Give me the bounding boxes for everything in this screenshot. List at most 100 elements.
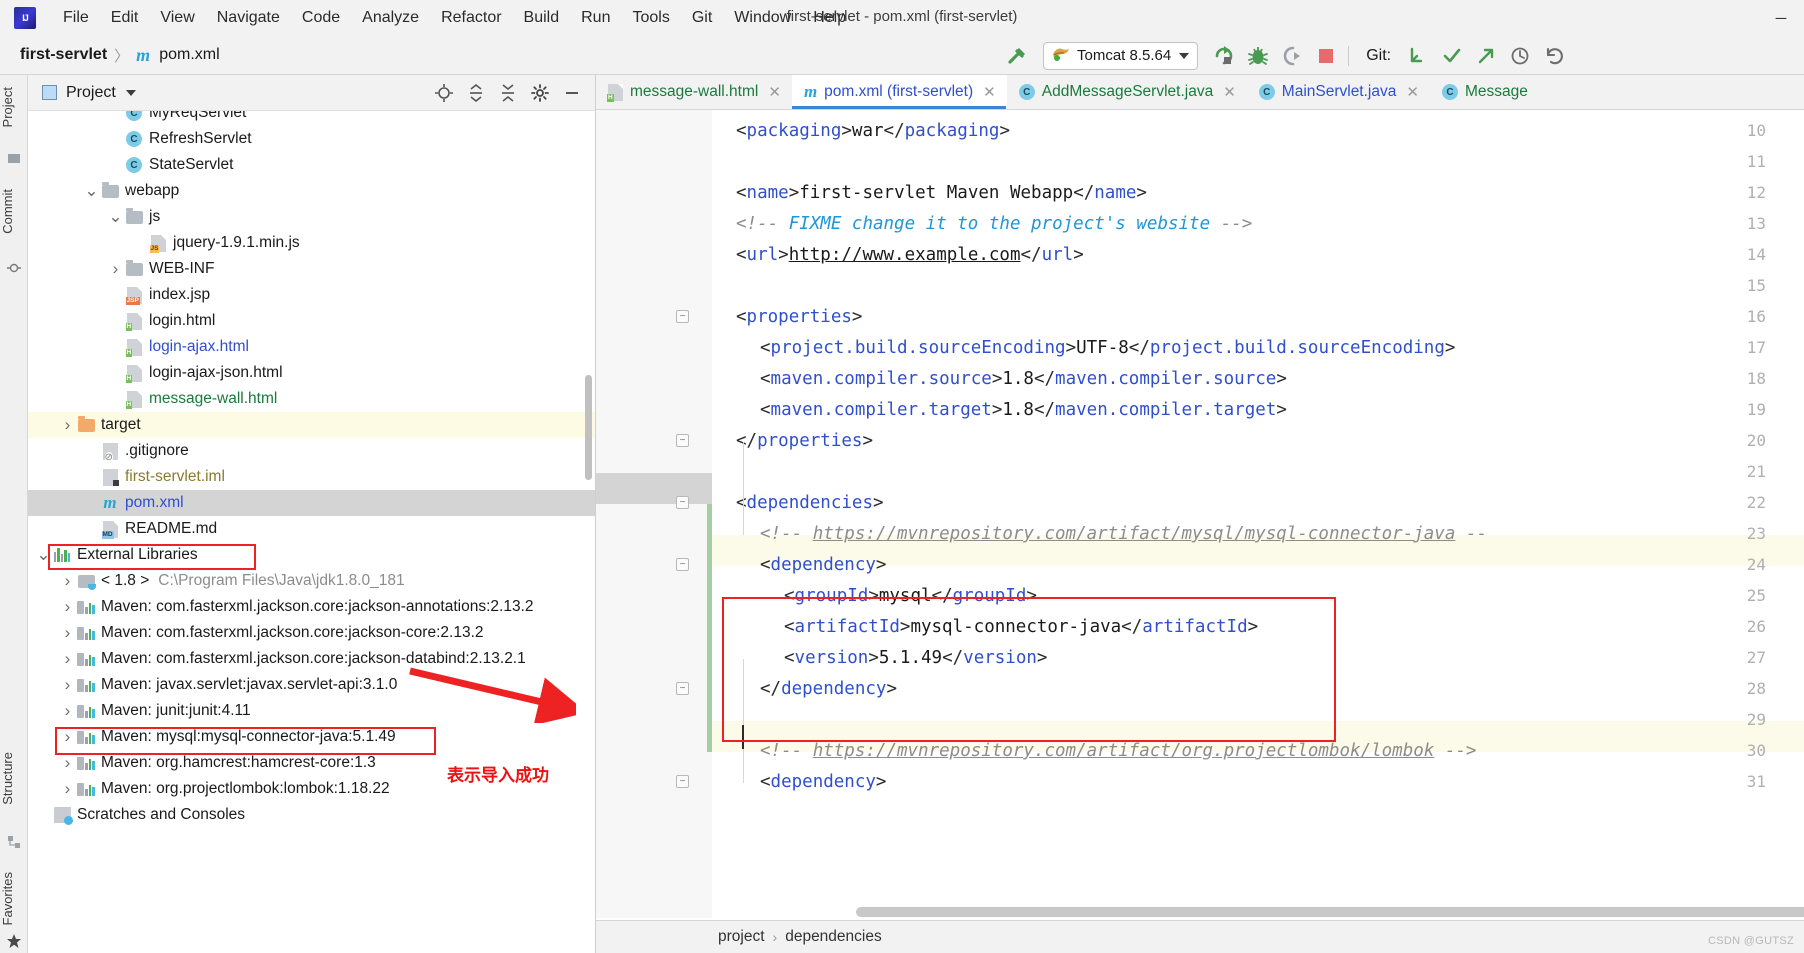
- hide-panel-icon[interactable]: [557, 79, 587, 107]
- tree-row[interactable]: Hmessage-wall.html: [28, 386, 595, 412]
- chevron-right-icon[interactable]: ›: [60, 779, 75, 799]
- code-line[interactable]: <url>http://www.example.com</url>: [712, 240, 1084, 271]
- tree-row[interactable]: Scratches and Consoles: [28, 802, 595, 828]
- fold-collapse-icon[interactable]: −: [676, 558, 689, 571]
- menu-item-build[interactable]: Build: [513, 5, 571, 31]
- tree-row[interactable]: › Maven: com.fasterxml.jackson.core:jacks…: [28, 620, 595, 646]
- editor-tab-bar[interactable]: Hmessage-wall.html ✕ m pom.xml (first-servl…: [596, 75, 1804, 110]
- editor-tab[interactable]: C AddMessageServlet.java ✕: [1007, 75, 1247, 109]
- code-line[interactable]: <artifactId>mysql-connector-java</artifa…: [712, 612, 1258, 643]
- fold-collapse-icon[interactable]: −: [676, 775, 689, 788]
- chevron-down-icon[interactable]: [125, 89, 136, 96]
- fold-end-icon[interactable]: −: [676, 434, 689, 447]
- menu-item-file[interactable]: File: [52, 5, 100, 31]
- tree-row[interactable]: › WEB-INF: [28, 256, 595, 282]
- chevron-right-icon[interactable]: ›: [60, 727, 75, 747]
- rollback-icon[interactable]: [1537, 41, 1571, 71]
- tree-row[interactable]: › Maven: mysql:mysql-connector-java:5.1.4…: [28, 724, 595, 750]
- expand-all-icon[interactable]: [461, 79, 491, 107]
- code-line[interactable]: [712, 705, 760, 736]
- minimize-button[interactable]: ─: [1758, 0, 1804, 36]
- git-push-icon[interactable]: [1469, 41, 1503, 71]
- tree-row[interactable]: .gitignore: [28, 438, 595, 464]
- history-icon[interactable]: [1503, 41, 1537, 71]
- code-line[interactable]: <!-- https://mvnrepository.com/artifact/…: [712, 736, 1476, 767]
- menu-item-run[interactable]: Run: [570, 5, 621, 31]
- menu-item-window[interactable]: Window: [723, 5, 802, 31]
- code-line[interactable]: <name>first-servlet Maven Webapp</name>: [712, 178, 1147, 209]
- tree-row[interactable]: C StateServlet: [28, 152, 595, 178]
- code-line[interactable]: <!-- FIXME change it to the project's we…: [712, 209, 1252, 240]
- tool-window-button-favorites[interactable]: Favorites: [0, 866, 28, 931]
- chevron-right-icon[interactable]: ›: [60, 649, 75, 669]
- chevron-right-icon[interactable]: ›: [60, 415, 75, 435]
- chevron-down-icon[interactable]: ⌄: [108, 208, 123, 225]
- fold-collapse-icon[interactable]: −: [676, 310, 689, 323]
- project-tree[interactable]: C MyReqServlet C RefreshServlet C StateServ…: [28, 111, 595, 953]
- tool-window-button-project[interactable]: Project: [0, 81, 28, 133]
- tool-window-button-structure[interactable]: Structure: [0, 746, 28, 811]
- code-line[interactable]: <maven.compiler.target>1.8</maven.compil…: [712, 395, 1287, 426]
- code-line[interactable]: <properties>: [712, 302, 862, 333]
- chevron-right-icon[interactable]: ›: [60, 597, 75, 617]
- code-line[interactable]: <dependency>: [712, 767, 886, 798]
- chevron-right-icon[interactable]: ›: [108, 259, 123, 279]
- code-editor[interactable]: 10 11 12 13 14 15 16 17 18 19 20 21 22 23 24 25 26 27 28 29…: [596, 110, 1804, 918]
- menu-item-help[interactable]: Help: [802, 5, 857, 31]
- breadcrumb-project-element[interactable]: project: [718, 928, 765, 946]
- code-line[interactable]: [712, 147, 736, 178]
- gear-icon[interactable]: [525, 79, 555, 107]
- menu-item-tools[interactable]: Tools: [621, 5, 680, 31]
- tree-row[interactable]: m pom.xml: [28, 490, 595, 516]
- menu-item-git[interactable]: Git: [681, 5, 723, 31]
- code-line[interactable]: </properties>: [712, 426, 873, 457]
- editor-tab[interactable]: Hmessage-wall.html ✕: [596, 75, 792, 109]
- run-with-coverage-icon[interactable]: [1275, 41, 1309, 71]
- debug-icon[interactable]: [1241, 41, 1275, 71]
- code-line[interactable]: <packaging>war</packaging>: [712, 116, 1010, 147]
- breadcrumb-file[interactable]: pom.xml: [159, 46, 219, 64]
- code-line[interactable]: <dependencies>: [712, 488, 884, 519]
- tree-row[interactable]: Hlogin-ajax.html: [28, 334, 595, 360]
- tree-row[interactable]: ⌄ js: [28, 204, 595, 230]
- git-update-icon[interactable]: [1401, 41, 1435, 71]
- editor-horizontal-scrollbar[interactable]: [856, 907, 1804, 917]
- menu-item-edit[interactable]: Edit: [100, 5, 150, 31]
- tool-window-button-commit[interactable]: Commit: [0, 183, 28, 240]
- tree-row[interactable]: › Maven: com.fasterxml.jackson.core:jacks…: [28, 594, 595, 620]
- collapse-all-icon[interactable]: [493, 79, 523, 107]
- close-icon[interactable]: ✕: [1223, 83, 1236, 101]
- tree-row[interactable]: MD README.md: [28, 516, 595, 542]
- tree-row[interactable]: Hlogin.html: [28, 308, 595, 334]
- editor-tab[interactable]: m pom.xml (first-servlet) ✕: [791, 75, 1007, 109]
- build-hammer-icon[interactable]: [1000, 41, 1034, 71]
- close-icon[interactable]: ✕: [768, 83, 781, 101]
- run-configuration-selector[interactable]: Tomcat 8.5.64: [1043, 41, 1199, 70]
- code-line[interactable]: <!-- https://mvnrepository.com/artifact/…: [712, 519, 1487, 550]
- tree-row[interactable]: › target: [28, 412, 595, 438]
- editor-tab[interactable]: C Message: [1430, 75, 1539, 109]
- menu-bar[interactable]: File Edit View Navigate Code Analyze Refactor B…: [52, 5, 857, 31]
- chevron-right-icon[interactable]: ›: [60, 571, 75, 591]
- code-line[interactable]: [712, 457, 736, 488]
- code-text[interactable]: <packaging>war</packaging> <name>first-se…: [712, 110, 1804, 918]
- fold-collapse-icon[interactable]: −: [676, 496, 689, 509]
- tree-row[interactable]: first-servlet.iml: [28, 464, 595, 490]
- code-line[interactable]: <groupId>mysql</groupId>: [712, 581, 1037, 612]
- breadcrumb-dependencies-element[interactable]: dependencies: [785, 928, 882, 946]
- tree-row[interactable]: ⌄ webapp: [28, 178, 595, 204]
- code-line[interactable]: <maven.compiler.source>1.8</maven.compil…: [712, 364, 1287, 395]
- locate-icon[interactable]: [429, 79, 459, 107]
- code-line[interactable]: </dependency>: [712, 674, 897, 705]
- stop-icon[interactable]: [1309, 41, 1343, 71]
- chevron-right-icon[interactable]: ›: [60, 675, 75, 695]
- menu-item-analyze[interactable]: Analyze: [351, 5, 430, 31]
- git-commit-icon[interactable]: [1435, 41, 1469, 71]
- tree-row[interactable]: JS jquery-1.9.1.min.js: [28, 230, 595, 256]
- chevron-down-icon[interactable]: ⌄: [36, 546, 51, 563]
- menu-item-refactor[interactable]: Refactor: [430, 5, 512, 31]
- tree-row[interactable]: JSP index.jsp: [28, 282, 595, 308]
- project-tree-scrollbar[interactable]: [585, 375, 592, 480]
- tree-row[interactable]: C MyReqServlet: [28, 111, 595, 126]
- tree-row[interactable]: › < 1.8 > C:\Program Files\Java\jdk1.8.0_1…: [28, 568, 595, 594]
